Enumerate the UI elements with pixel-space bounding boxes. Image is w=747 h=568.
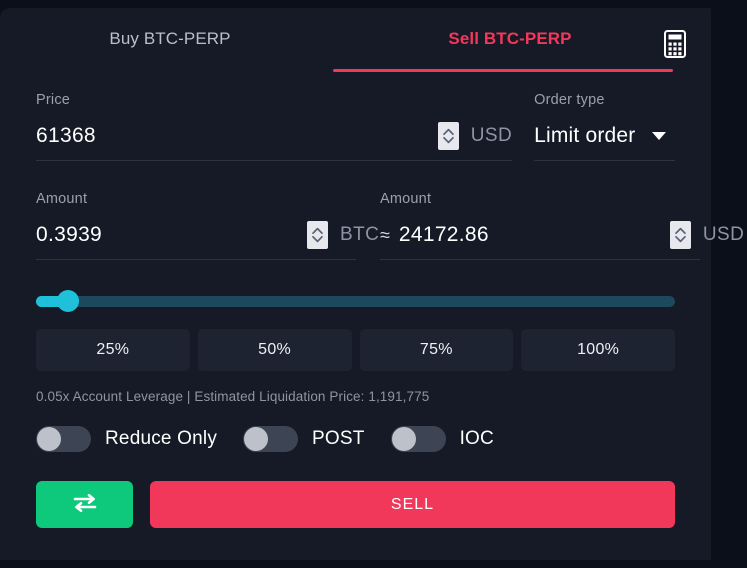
- order-side-tabs: Buy BTC-PERP Sell BTC-PERP: [0, 8, 711, 72]
- order-form-card: Buy BTC-PERP Sell BTC-PERP Price 61368 U…: [0, 8, 744, 560]
- percent-button-50[interactable]: 50%: [197, 329, 352, 371]
- tab-sell[interactable]: Sell BTC-PERP: [340, 29, 680, 49]
- price-label: Price: [36, 92, 71, 108]
- price-unit: USD: [470, 125, 513, 146]
- percent-button-25[interactable]: 25%: [36, 329, 190, 371]
- order-options: Reduce Only POST IOC: [36, 426, 675, 452]
- ioc-toggle[interactable]: [390, 426, 446, 452]
- amount-base-field: Amount BTC: [36, 191, 379, 260]
- amount-quote-input-line[interactable]: ≈ USD: [380, 220, 744, 260]
- slider-track: [36, 296, 675, 307]
- percent-button-75[interactable]: 75%: [359, 329, 514, 371]
- swap-arrows-icon: [70, 492, 100, 517]
- percent-button-100[interactable]: 100%: [521, 329, 675, 371]
- price-input[interactable]: [36, 124, 438, 148]
- amount-quote-field: Amount ≈ USD: [380, 191, 744, 260]
- trading-panel: Buy BTC-PERP Sell BTC-PERP Price 61368 U…: [0, 0, 747, 568]
- swap-button[interactable]: [36, 481, 133, 528]
- amount-row: Amount BTC Amount ≈: [0, 191, 744, 260]
- slider-thumb[interactable]: [56, 290, 79, 312]
- amount-base-input[interactable]: [36, 223, 307, 247]
- amount-base-unit: BTC: [340, 224, 380, 245]
- chevron-down-icon: [651, 132, 666, 140]
- post-group: POST: [243, 426, 365, 452]
- leverage-liquidation-info: 0.05x Account Leverage | Estimated Liqui…: [36, 389, 430, 404]
- amount-base-label: Amount: [36, 191, 88, 207]
- order-type-field: Order type Limit order: [534, 92, 675, 161]
- action-buttons: SELL: [36, 481, 675, 528]
- post-label: POST: [312, 428, 365, 449]
- reduce-only-group: Reduce Only: [36, 426, 217, 452]
- calculator-icon: [664, 29, 686, 63]
- amount-quote-input[interactable]: [398, 223, 670, 247]
- amount-base-input-line[interactable]: BTC: [36, 220, 379, 260]
- approx-icon: ≈: [380, 224, 390, 245]
- amount-quote-unit: USD: [702, 224, 745, 245]
- percent-buttons: 25% 50% 75% 100%: [36, 329, 675, 371]
- ioc-label: IOC: [459, 428, 494, 449]
- amount-quote-stepper[interactable]: [669, 221, 691, 249]
- size-slider[interactable]: [36, 290, 675, 312]
- tab-buy[interactable]: Buy BTC-PERP: [0, 29, 340, 49]
- submit-sell-button[interactable]: SELL: [150, 481, 675, 528]
- order-type-label: Order type: [534, 92, 605, 108]
- reduce-only-toggle[interactable]: [36, 426, 91, 452]
- ioc-group: IOC: [390, 426, 494, 452]
- toggle-knob: [244, 427, 269, 451]
- toggle-knob: [391, 427, 416, 451]
- active-tab-indicator: [333, 69, 673, 72]
- amount-quote-label: Amount: [380, 191, 432, 207]
- order-type-value: Limit order: [534, 124, 636, 147]
- calculator-button[interactable]: [659, 28, 691, 64]
- amount-base-stepper[interactable]: [307, 221, 328, 249]
- post-toggle[interactable]: [243, 426, 299, 452]
- price-stepper[interactable]: [437, 122, 459, 150]
- price-input-line[interactable]: USD: [36, 121, 513, 161]
- reduce-only-label: Reduce Only: [105, 428, 218, 449]
- toggle-knob: [37, 427, 61, 451]
- price-field: Price USD: [36, 92, 513, 161]
- price-row: Price USD Order type Limit order: [0, 92, 711, 161]
- order-type-select[interactable]: Limit order: [534, 121, 675, 161]
